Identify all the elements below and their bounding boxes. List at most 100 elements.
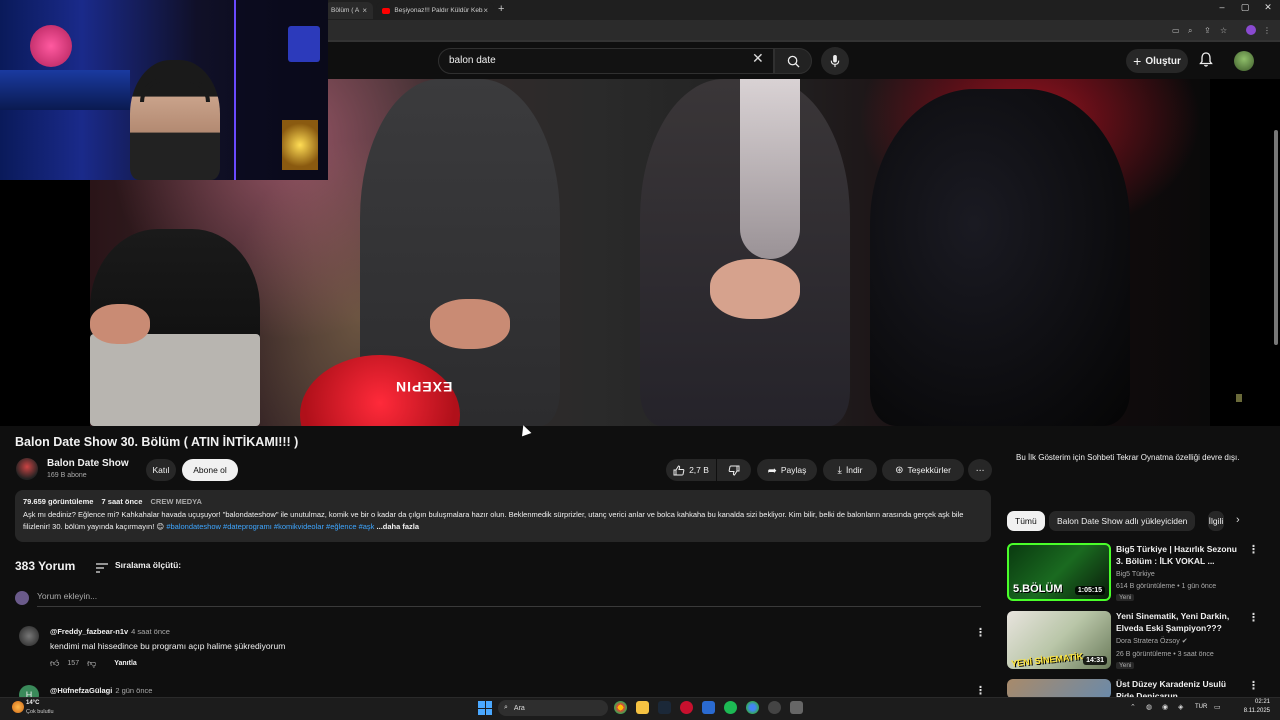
tray-app-icon[interactable]: ◉ <box>1162 703 1168 711</box>
file-explorer-icon[interactable] <box>636 701 649 714</box>
video-description[interactable]: 79.659 görüntüleme 7 saat önce CREW MEDY… <box>15 490 991 542</box>
new-tab-button[interactable]: + <box>498 3 504 15</box>
share-page-icon[interactable]: ⇪ <box>1204 26 1211 35</box>
view-count: 79.659 görüntüleme <box>23 497 94 506</box>
comment-input[interactable]: Yorum ekleyin... <box>37 591 981 607</box>
plus-icon: + <box>1133 53 1142 69</box>
search-button[interactable] <box>774 48 812 74</box>
tab-close-icon[interactable]: × <box>362 6 367 15</box>
create-label: Oluştur <box>1145 55 1181 67</box>
chrome-icon[interactable] <box>614 701 627 714</box>
subscriber-count: 169 B abone <box>47 472 87 479</box>
spotify-icon[interactable] <box>724 701 737 714</box>
scrollbar-thumb[interactable] <box>1274 130 1278 345</box>
comment-dislike-icon[interactable]: 👎︎ <box>87 658 96 669</box>
hashtag-link[interactable]: #dateprogramı <box>223 522 272 531</box>
settings-gear-icon[interactable] <box>790 701 803 714</box>
recommended-video-title[interactable]: Big5 Türkiye | Hazırlık Sezonu 3. Bölüm … <box>1116 544 1241 567</box>
tray-app-icon[interactable]: ◈ <box>1178 703 1183 711</box>
hashtag-link[interactable]: #eğlence <box>326 522 356 531</box>
steam-icon[interactable] <box>658 701 671 714</box>
windows-start-icon[interactable] <box>478 701 492 715</box>
video-title: Balon Date Show 30. Bölüm ( ATIN İNTİKAM… <box>15 435 299 449</box>
video-shirt <box>740 79 800 259</box>
chrome-active-icon[interactable] <box>746 701 759 714</box>
thanks-label: Teşekkürler <box>907 465 951 475</box>
app-icon[interactable] <box>702 701 715 714</box>
comment-like-icon[interactable]: 👍︎ <box>50 658 59 669</box>
create-button[interactable]: + Oluştur <box>1126 49 1188 73</box>
subscribe-button[interactable]: Abone ol <box>182 459 238 481</box>
more-actions-button[interactable]: ⋯ <box>968 459 992 481</box>
tab-current-video[interactable]: Bölüm ( A × <box>325 2 373 19</box>
minimize-button[interactable]: – <box>1212 2 1232 12</box>
download-button[interactable]: ⤓ İndir <box>823 459 877 481</box>
tab-other-video[interactable]: Beşiyonaz!!! Paldır Küldür Kebab × <box>376 2 494 19</box>
sort-icon[interactable] <box>96 560 108 578</box>
voice-search-button[interactable] <box>821 47 849 75</box>
video-thumbnail[interactable]: 5.BÖLÜM 1:05:15 <box>1007 543 1111 601</box>
search-input[interactable]: balon date <box>438 48 774 74</box>
tab-close-icon[interactable]: × <box>483 6 488 15</box>
thumbs-up-icon <box>673 464 685 475</box>
recommended-channel[interactable]: Dora Stratera Özsoy ✔ <box>1116 636 1188 647</box>
clock-time[interactable]: 02:21 <box>1228 699 1270 705</box>
zoom-icon[interactable]: ⌕ <box>1188 26 1192 36</box>
clear-search-icon[interactable]: ✕ <box>752 50 764 67</box>
like-button[interactable]: 2,7 B <box>666 459 716 481</box>
taskbar-search[interactable]: ⌕ Ara <box>498 700 608 716</box>
comment-avatar[interactable] <box>19 626 39 646</box>
hashtag-link[interactable]: #balondateshow <box>166 522 221 531</box>
comment-author[interactable]: @Freddy_fazbear-n1v 4 saat önce <box>50 627 170 636</box>
browser-menu-icon[interactable]: ⋮ <box>1263 26 1271 35</box>
filter-chip-all[interactable]: Tümü <box>1007 511 1045 531</box>
reply-button[interactable]: Yanıtla <box>114 660 137 667</box>
account-avatar[interactable] <box>1234 51 1254 71</box>
close-window-button[interactable]: ✕ <box>1258 2 1278 13</box>
comment-author[interactable]: @HüfnefzaGülagi 2 gün önce <box>50 686 152 695</box>
comment-menu-icon[interactable]: ⋮ <box>975 626 986 639</box>
hashtag-link[interactable]: #aşk <box>359 522 375 531</box>
comment-author-name[interactable]: @Freddy_fazbear-n1v <box>50 627 128 636</box>
recommended-video-title[interactable]: Üst Düzey Karadeniz Usulü Pide Denicarun <box>1116 679 1241 697</box>
cast-icon[interactable]: ▭ <box>1172 26 1180 35</box>
video-thumbnail[interactable] <box>1007 679 1111 699</box>
weather-icon[interactable] <box>12 701 24 713</box>
video-menu-icon[interactable]: ⋮ <box>1248 543 1259 556</box>
filter-chip-related[interactable]: İlgili <box>1208 511 1224 531</box>
comment-actions: 👍︎ 157 👎︎ Yanıtla <box>50 658 137 669</box>
recommended-video-title[interactable]: Yeni Sinematik, Yeni Darkin, Elveda Eski… <box>1116 611 1241 634</box>
super-thanks-icon: ⊛ <box>895 464 904 476</box>
opera-icon[interactable] <box>680 701 693 714</box>
obs-icon[interactable] <box>768 701 781 714</box>
share-button[interactable]: ➦ Paylaş <box>757 459 817 481</box>
join-button[interactable]: Katıl <box>146 459 176 481</box>
input-language[interactable]: TUR <box>1195 704 1207 710</box>
clock-date[interactable]: 8.11.2025 <box>1216 708 1270 714</box>
comment-like-count: 157 <box>67 660 80 667</box>
profile-icon[interactable] <box>1246 25 1256 35</box>
chevron-right-icon[interactable]: › <box>1236 514 1240 526</box>
dislike-button[interactable] <box>717 459 751 481</box>
search-icon <box>787 55 800 68</box>
thanks-button[interactable]: ⊛ Teşekkürler <box>882 459 964 481</box>
tray-app-icon[interactable]: ◍ <box>1146 703 1152 711</box>
show-more-link[interactable]: ...daha fazla <box>377 522 420 531</box>
comment-author-name[interactable]: @HüfnefzaGülagi <box>50 686 112 695</box>
weather-temperature[interactable]: 14°C <box>26 700 39 706</box>
sort-button[interactable]: Sıralama ölçütü: <box>115 560 181 570</box>
comment-menu-icon[interactable]: ⋮ <box>975 684 986 697</box>
channel-avatar[interactable] <box>16 458 38 480</box>
tray-overflow-icon[interactable]: ⌃ <box>1130 703 1136 711</box>
channel-name[interactable]: Balon Date Show <box>47 458 129 469</box>
maximize-button[interactable]: ▢ <box>1235 2 1255 13</box>
video-menu-icon[interactable]: ⋮ <box>1248 611 1259 624</box>
download-icon: ⤓ <box>837 464 842 476</box>
bookmark-star-icon[interactable]: ☆ <box>1220 26 1227 35</box>
filter-chip-uploader[interactable]: Balon Date Show adlı yükleyiciden <box>1049 511 1196 531</box>
notifications-button[interactable] <box>1199 52 1213 73</box>
hashtag-link[interactable]: #komikvideolar <box>274 522 324 531</box>
video-menu-icon[interactable]: ⋮ <box>1248 679 1259 692</box>
recommended-channel[interactable]: Big5 Türkiye <box>1116 569 1155 580</box>
video-thumbnail[interactable]: YENİ SİNEMATİK 14:31 <box>1007 611 1111 669</box>
